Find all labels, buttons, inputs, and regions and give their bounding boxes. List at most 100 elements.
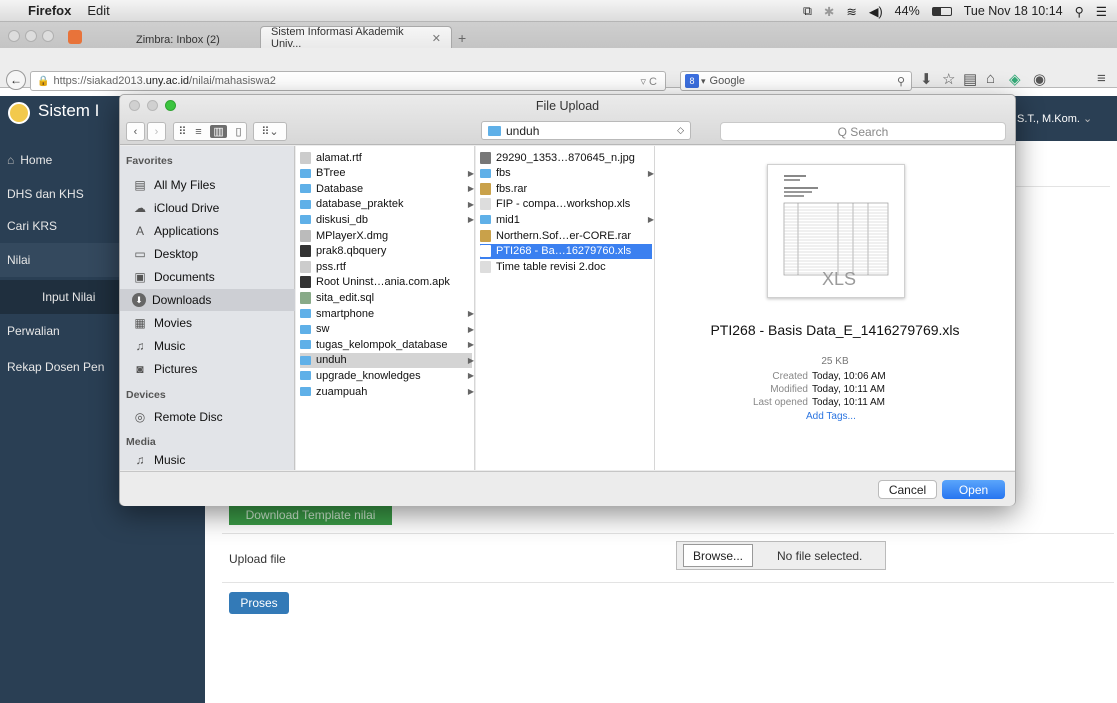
sidebar-item-media-music[interactable]: ♫ Music (120, 449, 295, 471)
bookmark-star-icon[interactable]: ☆ (942, 70, 955, 88)
wifi-icon[interactable]: ≋ (846, 4, 856, 19)
file-item[interactable]: MPlayerX.dmg (300, 228, 472, 243)
proses-button[interactable]: Proses (229, 592, 289, 614)
back-button[interactable]: ← (6, 70, 26, 90)
sidebar-item-documents[interactable]: ▣ Documents (120, 266, 295, 288)
search-engine-dropdown-icon[interactable]: ▾ (701, 76, 706, 87)
sidebar-item-remote-disc[interactable]: ◎ Remote Disc (120, 406, 295, 428)
search-icon[interactable]: ⚲ (897, 75, 905, 88)
file-item[interactable]: smartphone ▶ (300, 306, 474, 321)
modified-row: Modified Today, 10:11 AM (655, 384, 1015, 395)
back-button[interactable]: ‹ (126, 122, 145, 141)
all-files-icon: ▤ (134, 178, 146, 192)
file-name: diskusi_db (316, 213, 368, 226)
preview-file-size: 25 KB (821, 356, 849, 367)
file-item[interactable]: diskusi_db ▶ (300, 212, 474, 227)
download-template-button[interactable]: Download Template nilai (229, 505, 392, 525)
file-item[interactable]: FIP - compa…workshop.xls (480, 197, 652, 212)
reload-icon[interactable]: ▿ C (640, 75, 657, 88)
addon-2-icon[interactable]: ◉ (1033, 70, 1046, 88)
file-item[interactable]: upgrade_knowledges ▶ (300, 368, 474, 383)
browser-column-1: alamat.rtf BTree ▶ Database ▶ database_prakte… (296, 146, 475, 470)
battery-icon[interactable] (931, 6, 952, 16)
close-tab-icon[interactable]: ✕ (432, 32, 441, 45)
disclosure-arrow-icon: ▶ (467, 340, 474, 350)
notification-center-icon[interactable]: ☰ (1096, 4, 1107, 19)
browse-button[interactable]: Browse... (683, 544, 753, 567)
sidebar-item-movies[interactable]: ▦ Movies (120, 312, 295, 334)
file-item[interactable]: zuampuah ▶ (300, 384, 474, 399)
file-icon (300, 276, 311, 289)
sidebar-item-applications[interactable]: A Applications (120, 220, 295, 242)
sidebar-item-icloud[interactable]: ☁ iCloud Drive (120, 197, 295, 219)
university-logo[interactable] (8, 102, 30, 124)
preview-file-name: PTI268 - Basis Data_E_1416279769.xls (710, 322, 960, 338)
disclosure-arrow-icon: ▶ (467, 371, 474, 381)
edit-menu[interactable]: Edit (87, 3, 109, 18)
clock[interactable]: Tue Nov 18 10:14 (964, 4, 1063, 18)
file-item[interactable]: database_praktek ▶ (300, 197, 474, 212)
list-view-icon[interactable]: ≡ (195, 126, 201, 138)
arrange-dropdown[interactable]: ⠿⌄ (253, 122, 287, 141)
zoom-window-icon[interactable] (42, 30, 54, 42)
sidebar-item-pictures[interactable]: ◙ Pictures (120, 358, 295, 380)
folder-icon (300, 168, 311, 178)
cover-flow-icon[interactable]: ▯ (236, 125, 242, 138)
search-bar[interactable]: 8 ▾ Google ⚲ (680, 71, 912, 91)
location-popup[interactable]: unduh ◇ (481, 121, 691, 140)
file-item[interactable]: BTree ▶ (300, 166, 474, 181)
download-icon[interactable]: ⬇ (920, 70, 933, 88)
icon-view-icon[interactable]: ⠿ (178, 125, 186, 138)
file-item[interactable]: sw ▶ (300, 322, 474, 337)
created-label: Created (772, 371, 808, 382)
app-name-menu[interactable]: Firefox (28, 3, 71, 18)
file-item[interactable]: 29290_1353…870645_n.jpg (480, 150, 652, 165)
file-name: unduh (316, 354, 347, 367)
site-title[interactable]: Sistem I (38, 101, 99, 121)
file-item[interactable]: unduh ▶ (300, 352, 474, 368)
sidebar-item-downloads[interactable]: ⬇ Downloads (120, 289, 295, 311)
home-icon[interactable]: ⌂ (986, 70, 995, 87)
applications-icon: A (135, 224, 144, 238)
close-window-icon[interactable] (8, 30, 20, 42)
hamburger-menu-icon[interactable]: ≡ (1097, 70, 1106, 87)
file-item[interactable]: mid1 ▶ (480, 212, 654, 227)
sidebar-item-music[interactable]: ♫ Music (120, 335, 295, 357)
file-item[interactable]: Northern.Sof…er-CORE.rar (480, 228, 652, 243)
sidebar-item-desktop[interactable]: ▭ Desktop (120, 243, 295, 265)
spotlight-icon[interactable]: ⚲ (1075, 4, 1084, 19)
updown-chevron-icon: ◇ (677, 125, 684, 135)
new-tab-button[interactable]: + (458, 30, 466, 46)
file-item[interactable]: Database ▶ (300, 181, 474, 196)
file-item[interactable]: prak8.qbquery (300, 244, 472, 259)
add-tags-link[interactable]: Add Tags... (806, 411, 856, 422)
open-button[interactable]: Open (942, 480, 1005, 499)
folder-icon (300, 355, 311, 365)
file-item[interactable]: fbs.rar (480, 181, 652, 196)
bluetooth-icon[interactable]: ✱ (824, 4, 834, 19)
screen-mirror-icon[interactable]: ⧉ (803, 4, 812, 19)
bookmarks-icon[interactable]: ▤ (963, 70, 977, 88)
cancel-button[interactable]: Cancel (878, 480, 937, 499)
file-item[interactable]: Root Uninst…ania.com.apk (300, 275, 472, 290)
tab-siakad[interactable]: Sistem Informasi Akademik Univ... ✕ (260, 26, 452, 50)
forward-button[interactable]: › (147, 122, 166, 141)
file-input[interactable]: Browse... No file selected. (676, 541, 886, 570)
user-menu[interactable]: S.T., M.Kom. ⌄ (1017, 112, 1092, 125)
dialog-search-field[interactable]: Q Search (720, 122, 1006, 141)
column-view-icon[interactable]: ▥ (210, 125, 227, 138)
minimize-window-icon[interactable] (25, 30, 37, 42)
file-item[interactable]: sita_edit.sql (300, 290, 472, 305)
file-item[interactable]: tugas_kelompok_database ▶ (300, 337, 474, 352)
file-item[interactable]: pss.rtf (300, 259, 472, 274)
sidebar-item-all-my-files[interactable]: ▤ All My Files (120, 174, 295, 196)
addon-icon[interactable]: ◈ (1009, 70, 1021, 88)
file-item[interactable]: alamat.rtf (300, 150, 472, 165)
volume-icon[interactable]: ◀) (869, 4, 883, 19)
file-item[interactable]: PTI268 - Ba…16279760.xls (480, 243, 652, 259)
file-item[interactable]: Time table revisi 2.doc (480, 259, 652, 274)
url-bar[interactable]: 🔒 https://siakad2013. uny.ac.id/nilai/mah… (30, 71, 666, 91)
google-logo-icon[interactable]: 8 (685, 74, 699, 88)
disclosure-arrow-icon: ▶ (467, 324, 474, 334)
file-item[interactable]: fbs ▶ (480, 166, 654, 181)
